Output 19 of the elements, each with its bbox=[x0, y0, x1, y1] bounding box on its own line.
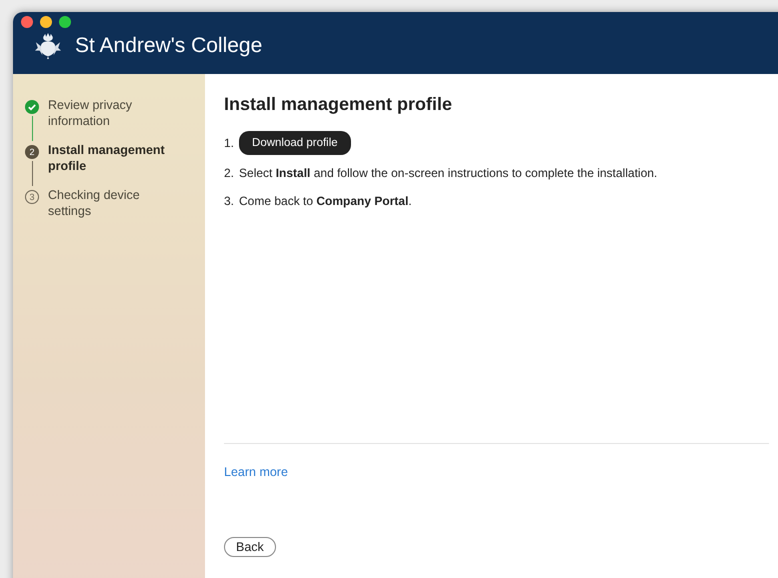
instruction-text: Select Install and follow the on-screen instructions to complete the installation. bbox=[239, 165, 658, 182]
thistle-logo-icon bbox=[35, 33, 61, 59]
window-title: St Andrew's College bbox=[75, 34, 262, 58]
step-label: Install management profile bbox=[48, 143, 166, 175]
list-number: 2. bbox=[224, 165, 234, 182]
minimize-light[interactable] bbox=[40, 16, 52, 28]
list-number: 3. bbox=[224, 193, 234, 210]
download-button[interactable]: Download profile bbox=[239, 131, 351, 155]
page-heading: Install management profile bbox=[224, 94, 454, 115]
learn-more-link[interactable]: Learn more bbox=[224, 465, 288, 479]
step-number: 3 bbox=[25, 190, 39, 204]
close-light[interactable] bbox=[21, 16, 33, 28]
instruction-text: Come back to Company Portal. bbox=[239, 193, 412, 210]
step-label: Review privacy information bbox=[48, 98, 134, 130]
back-button[interactable]: Back bbox=[224, 537, 276, 557]
zoom-light[interactable] bbox=[59, 16, 71, 28]
step-label: Checking device settings bbox=[48, 188, 141, 220]
step-number: 2 bbox=[25, 145, 39, 159]
list-number: 1. bbox=[224, 135, 234, 152]
